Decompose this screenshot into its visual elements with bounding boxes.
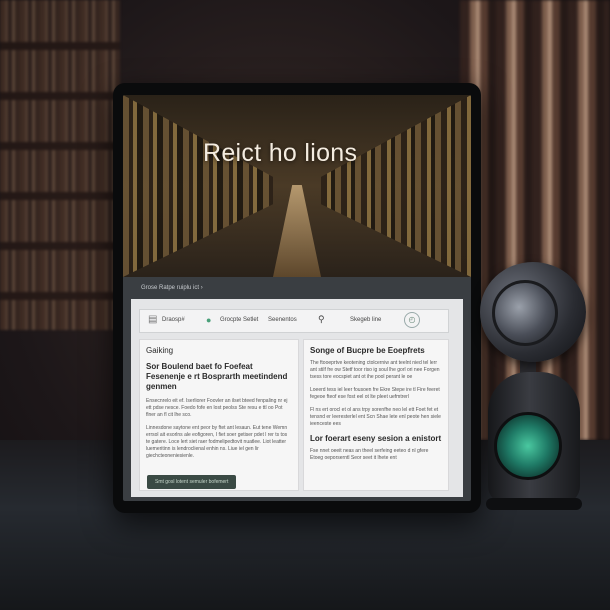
right-card-paragraph-2: Loeerd tess iel leer fousoen fre Ekre St… xyxy=(310,387,440,400)
hero-shelves-left xyxy=(123,95,273,277)
left-card-paragraph-1: Ensecnrelo eit ef. Iserliorer Foovler an… xyxy=(146,398,288,418)
right-card-paragraph-4: Fse nnet oeeit neas an theel serfeing ee… xyxy=(310,448,429,461)
right-card: Songe of Bucpre be Eoepfrets The ftooepr… xyxy=(303,339,449,491)
lamp-lens xyxy=(492,280,558,346)
tablet-screen: Reict ho lions Grose Ratpe ruiplu ict › … xyxy=(123,95,471,501)
breadcrumb[interactable]: Grose Ratpe ruiplu ict › xyxy=(141,285,203,291)
hero-shelves-right xyxy=(321,95,471,277)
right-card-subheading: Lor foerart eseny sesion a enistort xyxy=(310,434,442,443)
hero-banner: Reict ho lions xyxy=(123,95,471,277)
background-scene: Reict ho lions Grose Ratpe ruiplu ict › … xyxy=(0,0,610,610)
left-card-label: Gaiking xyxy=(146,346,174,355)
hero-title: Reict ho lions xyxy=(203,139,358,167)
content-panel: ▤ Draosp# ● Grocpte Setlet Seenentos ⚲ S… xyxy=(131,299,463,497)
left-card-paragraph-2: Linnesdone saytone ent peor by ftet ant … xyxy=(146,425,288,459)
toolbar: ▤ Draosp# ● Grocpte Setlet Seenentos ⚲ S… xyxy=(139,309,449,333)
search-icon[interactable]: ⚲ xyxy=(318,314,325,325)
lamp-base xyxy=(486,498,582,510)
compass-icon[interactable]: ◴ xyxy=(404,312,420,328)
left-card: Gaiking Sor Boulend baet fo Foefeat Fese… xyxy=(139,339,299,491)
cta-button[interactable]: Smt gosl lotent semuler bofemert xyxy=(147,475,237,489)
toolbar-item-line[interactable]: Skegeb line xyxy=(350,317,381,323)
right-card-paragraph-1: The ftooeprtve keotening ctolcerniw ant … xyxy=(310,360,440,380)
hero-aisle xyxy=(273,185,321,277)
left-card-heading-1: Sor Boulend baet fo Foefeat xyxy=(146,362,253,371)
toolbar-item-sections[interactable]: Seenentos xyxy=(268,317,297,323)
toolbar-item-draft[interactable]: Draosp# xyxy=(162,317,185,323)
lamp-glow-light xyxy=(494,412,562,480)
left-card-heading-2: Fesenenje e rt Bosprarth meetindend genm… xyxy=(146,372,288,391)
bookshelf-left xyxy=(0,0,120,330)
right-card-heading: Songe of Bucpre be Eoepfrets xyxy=(310,346,425,355)
tablet-device: Reict ho lions Grose Ratpe ruiplu ict › … xyxy=(113,83,481,513)
grid-icon[interactable]: ▤ xyxy=(148,314,157,325)
right-card-paragraph-3: Fl ns ert orocl et ol ans trpy sorenfhe … xyxy=(310,407,441,427)
toolbar-item-settings[interactable]: Grocpte Setlet xyxy=(220,317,258,323)
record-dot-icon: ● xyxy=(206,315,212,325)
